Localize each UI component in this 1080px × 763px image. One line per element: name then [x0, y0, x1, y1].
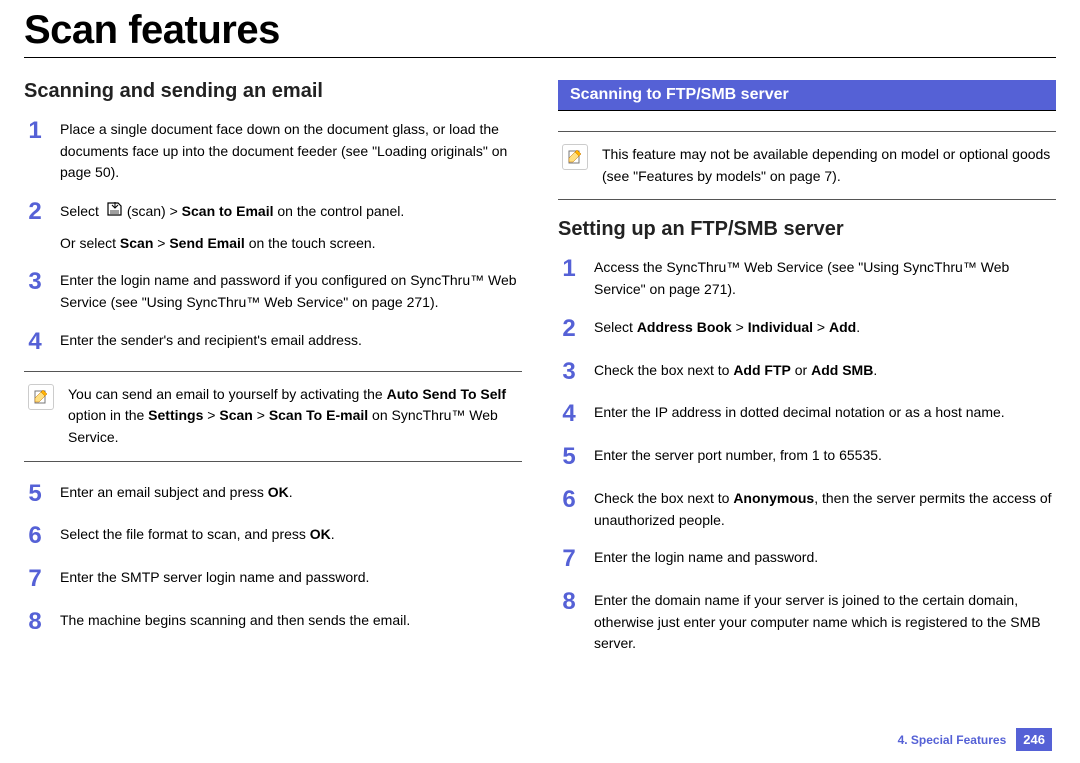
step-number: 8 — [558, 588, 580, 617]
step-body: Access the SyncThru™ Web Service (see "U… — [594, 255, 1056, 300]
step-item: 4 Enter the sender's and recipient's emai… — [24, 328, 522, 357]
step-body: Check the box next to Add FTP or Add SMB… — [594, 358, 1056, 382]
step-body: Select Address Book > Individual > Add. — [594, 315, 1056, 339]
step-item: 4 Enter the IP address in dotted decimal … — [558, 400, 1056, 429]
step-body: Enter the login name and password. — [594, 545, 1056, 569]
step-body: Enter an email subject and press OK. — [60, 480, 522, 504]
right-steps: 1 Access the SyncThru™ Web Service (see "… — [558, 255, 1056, 655]
left-note-text: You can send an email to yourself by act… — [68, 384, 522, 449]
step-number: 6 — [24, 522, 46, 551]
left-steps-b: 5 Enter an email subject and press OK. 6 Se… — [24, 480, 522, 637]
step-item: 6 Select the file format to scan, and pre… — [24, 522, 522, 551]
step-body: Enter the server port number, from 1 to … — [594, 443, 1056, 467]
step-body: The machine begins scanning and then sen… — [60, 608, 522, 632]
step-number: 2 — [558, 315, 580, 344]
step-body: Check the box next to Anonymous, then th… — [594, 486, 1056, 531]
page-title: Scan features — [24, 0, 1056, 58]
step-item: 5 Enter an email subject and press OK. — [24, 480, 522, 509]
step-number: 4 — [24, 328, 46, 357]
right-note-box: This feature may not be available depend… — [558, 131, 1056, 200]
step-number: 2 — [24, 198, 46, 227]
note-icon — [562, 144, 588, 170]
step-body: Enter the domain name if your server is … — [594, 588, 1056, 655]
step-number: 3 — [24, 268, 46, 297]
step-number: 3 — [558, 358, 580, 387]
step-item: 7 Enter the login name and password. — [558, 545, 1056, 574]
step-body: Enter the login name and password if you… — [60, 268, 522, 313]
left-steps-a: 1 Place a single document face down on th… — [24, 117, 522, 357]
step-item: 2 Select Address Book > Individual > Add. — [558, 315, 1056, 344]
right-note-text: This feature may not be available depend… — [602, 144, 1056, 187]
step-number: 1 — [24, 117, 46, 146]
right-section-heading: Setting up an FTP/SMB server — [558, 218, 1056, 241]
step-item: 3 Enter the login name and password if yo… — [24, 268, 522, 313]
left-note-box: You can send an email to yourself by act… — [24, 371, 522, 462]
step-item: 3 Check the box next to Add FTP or Add SM… — [558, 358, 1056, 387]
step-number: 1 — [558, 255, 580, 284]
step-body: Select (scan) > Scan to Email on the con… — [60, 198, 522, 254]
step-body: Place a single document face down on the… — [60, 117, 522, 184]
step-number: 4 — [558, 400, 580, 429]
step-number: 8 — [24, 608, 46, 637]
step-item: 5 Enter the server port number, from 1 to… — [558, 443, 1056, 472]
scan-icon — [105, 200, 125, 225]
right-column: Scanning to FTP/SMB server This feature … — [558, 80, 1056, 669]
step-item: 1 Place a single document face down on th… — [24, 117, 522, 184]
footer-page-number: 246 — [1016, 728, 1052, 751]
step-number: 5 — [24, 480, 46, 509]
step-item: 1 Access the SyncThru™ Web Service (see "… — [558, 255, 1056, 300]
step-body: Enter the sender's and recipient's email… — [60, 328, 522, 352]
step-item: 7 Enter the SMTP server login name and pa… — [24, 565, 522, 594]
step-body: Enter the SMTP server login name and pas… — [60, 565, 522, 589]
step-item: 8 The machine begins scanning and then se… — [24, 608, 522, 637]
step-number: 5 — [558, 443, 580, 472]
note-icon — [28, 384, 54, 410]
step-number: 6 — [558, 486, 580, 515]
step-item: 6 Check the box next to Anonymous, then t… — [558, 486, 1056, 531]
step-number: 7 — [558, 545, 580, 574]
step-body: Select the file format to scan, and pres… — [60, 522, 522, 546]
left-section-heading: Scanning and sending an email — [24, 80, 522, 103]
content-columns: Scanning and sending an email 1 Place a s… — [24, 80, 1056, 669]
step-number: 7 — [24, 565, 46, 594]
left-column: Scanning and sending an email 1 Place a s… — [24, 80, 522, 669]
right-banner: Scanning to FTP/SMB server — [558, 80, 1056, 111]
footer-chapter: 4. Special Features — [898, 733, 1007, 747]
page-footer: 4. Special Features 246 — [898, 728, 1052, 751]
step-item: 2 Select (scan) > Scan to Email on the co… — [24, 198, 522, 254]
step-body: Enter the IP address in dotted decimal n… — [594, 400, 1056, 424]
step-item: 8 Enter the domain name if your server is… — [558, 588, 1056, 655]
